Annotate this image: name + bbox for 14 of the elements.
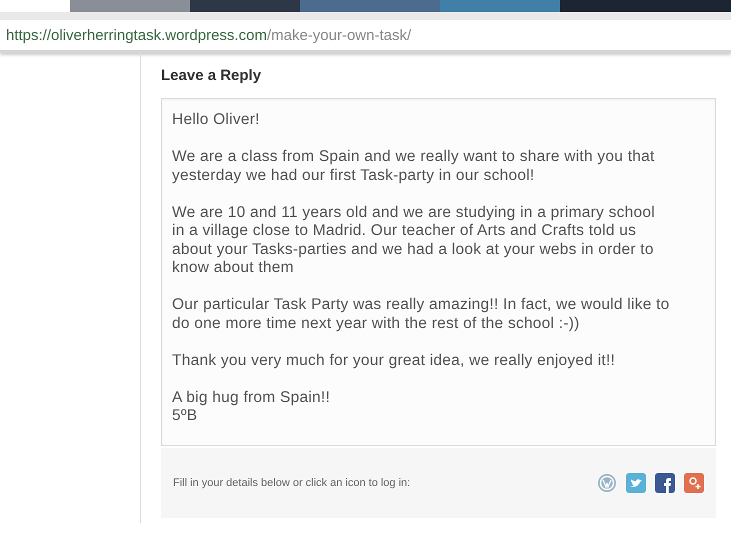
comment-field[interactable] bbox=[161, 98, 716, 446]
comment-paragraph: Our particular Task Party was really amazing!! In fact, we would like to do one more time next year with the rest of the school :-)) bbox=[172, 296, 671, 333]
twitter-icon[interactable] bbox=[626, 473, 646, 493]
url-text[interactable]: https://oliverherringtask.wordpress.com/make-your-own-task/ bbox=[6, 26, 412, 44]
section-heading: Leave a Reply bbox=[161, 67, 262, 84]
comment-paragraph: We are a class from Spain and we really want to share with you that yesterday we had our first Task-party in our school! bbox=[172, 148, 656, 185]
comment-paragraph: A big hug from Spain!! 5ºB bbox=[172, 388, 332, 426]
login-hint: Fill in your details below or click an icon to log in: bbox=[173, 477, 410, 489]
facebook-icon[interactable] bbox=[655, 473, 675, 493]
google-plus-icon[interactable] bbox=[684, 473, 704, 493]
wordpress-icon[interactable] bbox=[597, 473, 617, 493]
comment-paragraph: Hello Oliver! bbox=[172, 111, 261, 130]
comment-paragraph: We are 10 and 11 years old and we are studying in a primary school in a village close to Madrid. Our teacher of Arts and Crafts told us about your Tasks-parties and we had a look at your webs in order to know about them bbox=[172, 204, 656, 278]
comment-paragraph: Thank you very much for your great idea, we really enjoyed it!! bbox=[172, 352, 616, 370]
